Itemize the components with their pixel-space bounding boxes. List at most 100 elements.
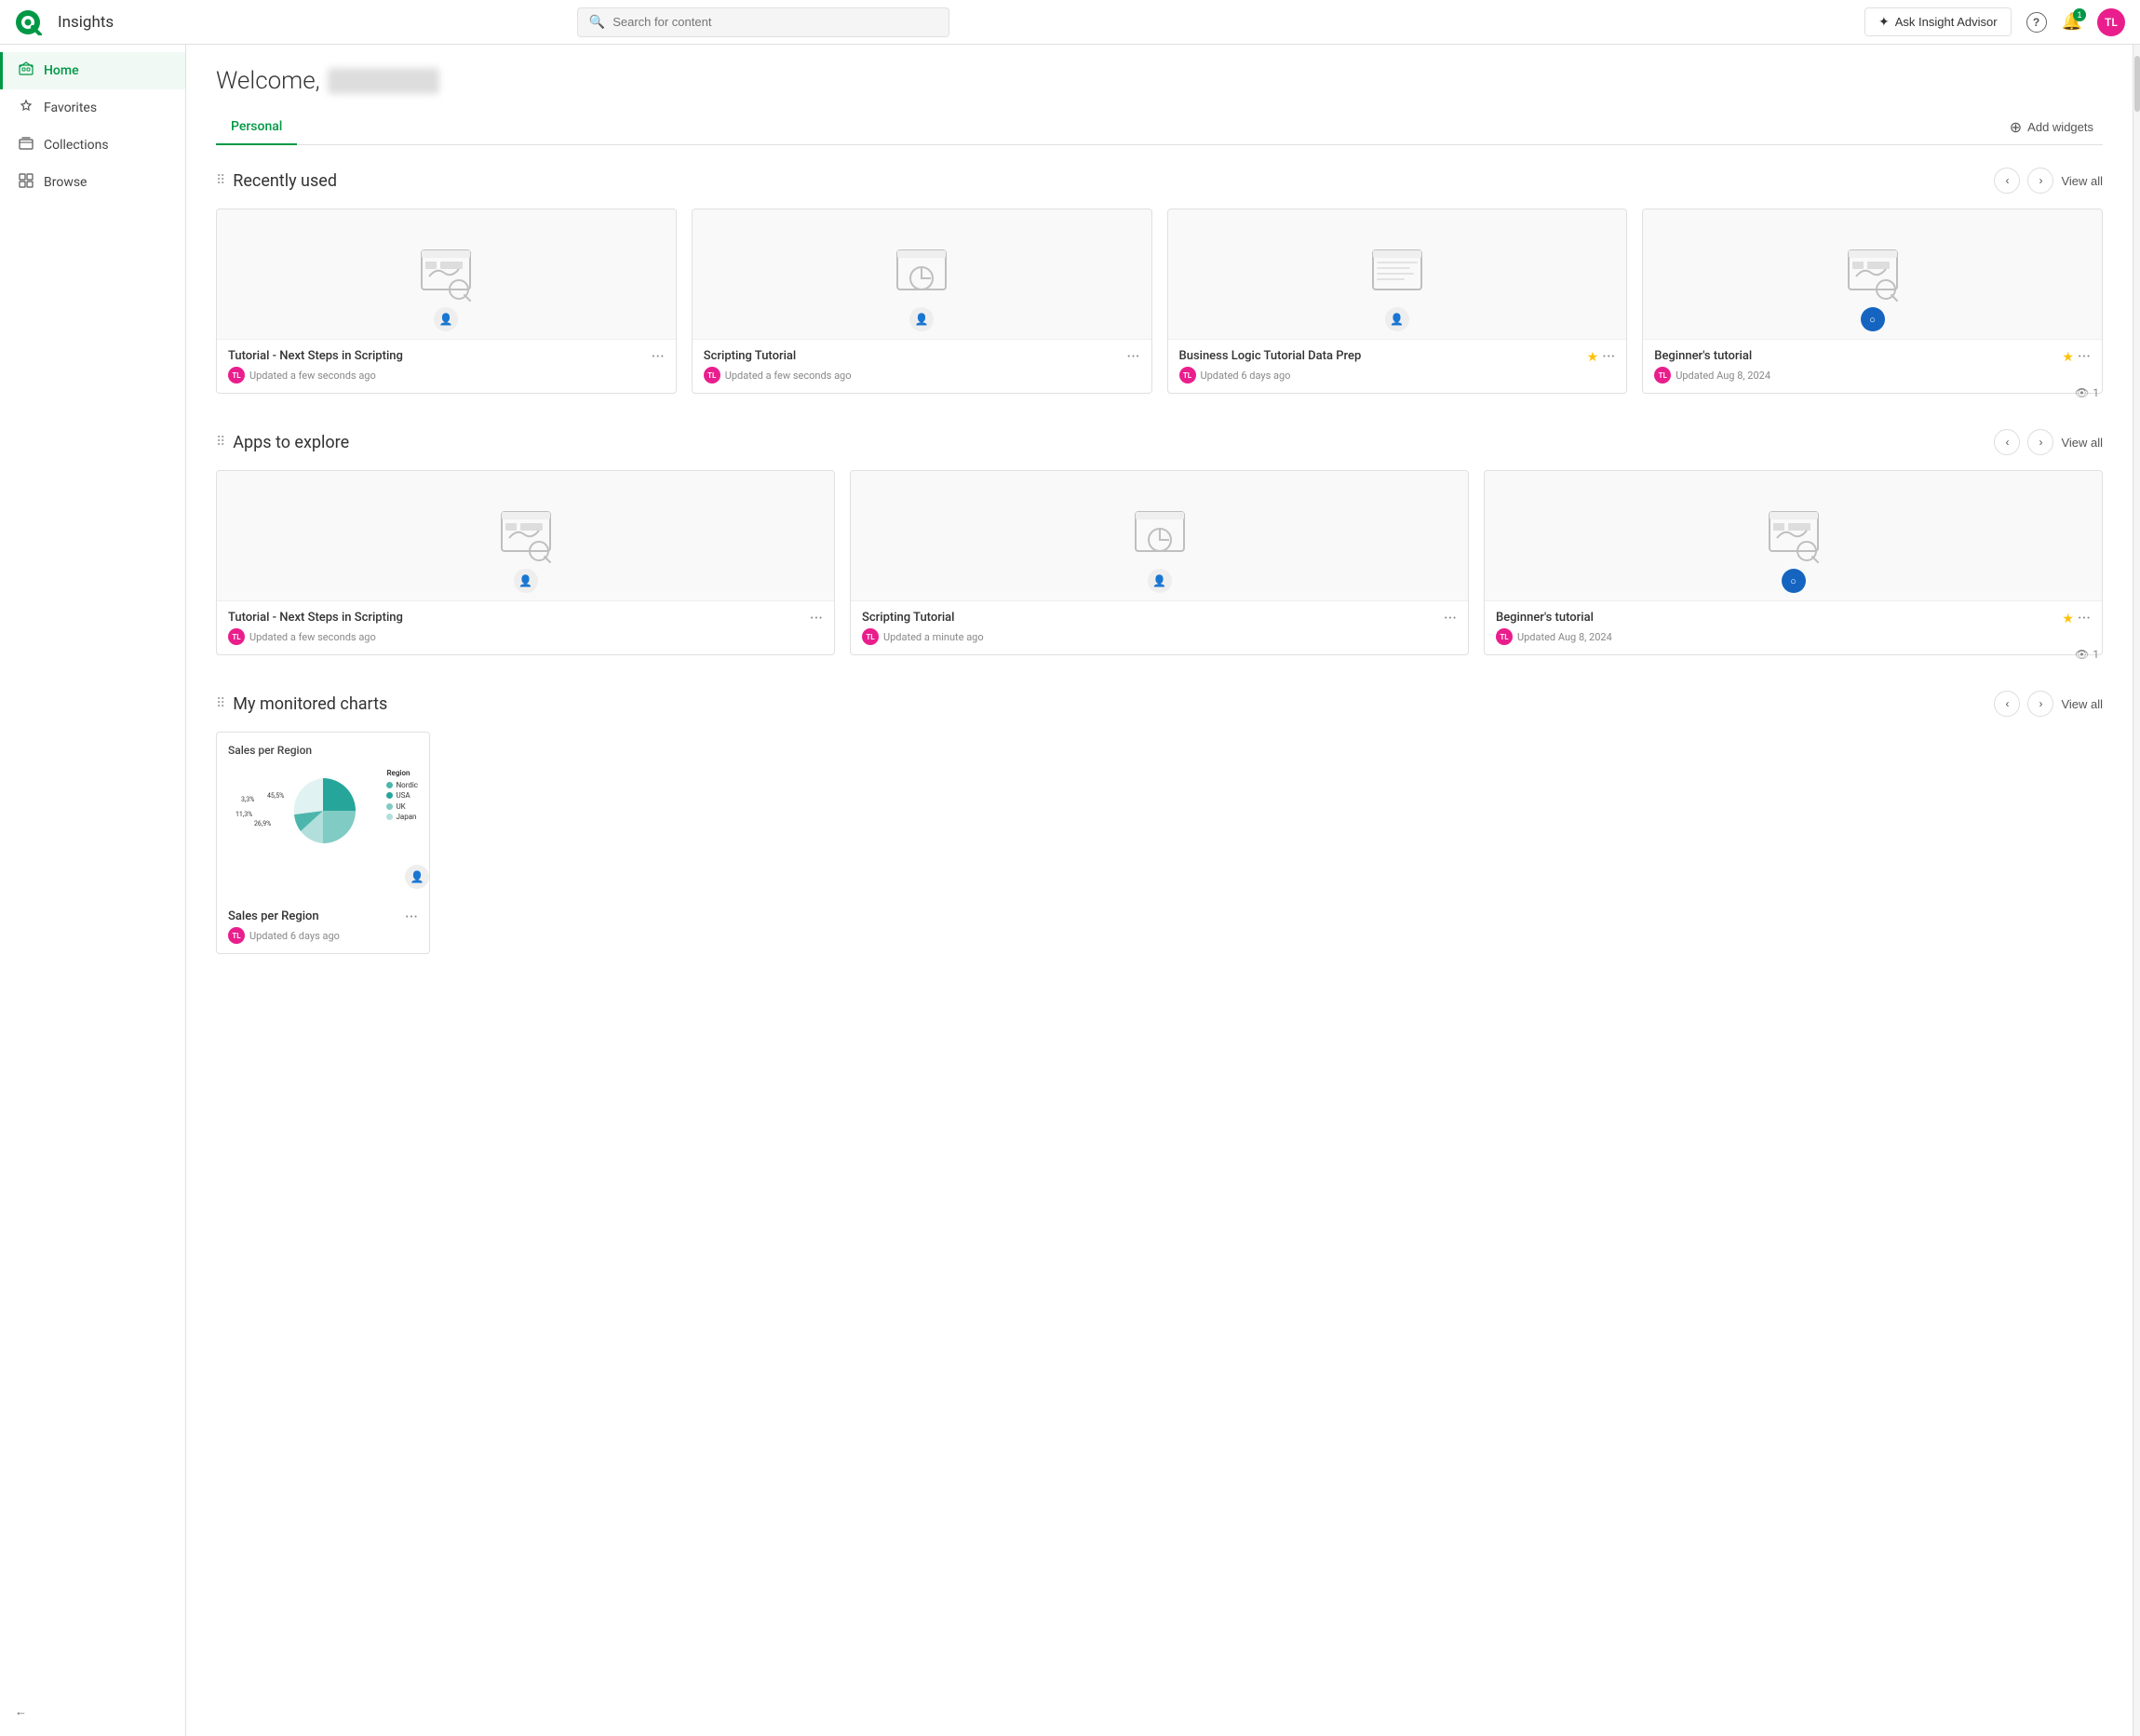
card-title: Beginner's tutorial (1654, 349, 2056, 363)
apps-explore-next-button[interactable]: › (2027, 429, 2053, 455)
recently-used-next-button[interactable]: › (2027, 168, 2053, 194)
card-info: Tutorial - Next Steps in Scripting TL Up… (228, 611, 804, 645)
explore-card-2[interactable]: 👤 Scripting Tutorial TL Updated a minute… (850, 470, 1469, 655)
ask-advisor-button[interactable]: ✦ Ask Insight Advisor (1864, 7, 2012, 36)
search-input[interactable] (612, 15, 937, 29)
sidebar-item-collections[interactable]: Collections (0, 127, 185, 164)
card-updated: Updated Aug 8, 2024 (1517, 631, 1612, 643)
welcome-heading: Welcome, (216, 67, 2103, 95)
pie-label-nordic: 3,3% (241, 796, 254, 803)
card-star-button[interactable]: ★ (2062, 350, 2074, 365)
qlik-logo-icon (15, 9, 50, 35)
card-updated: Updated a few seconds ago (249, 631, 376, 643)
monitored-charts-next-button[interactable]: › (2027, 691, 2053, 717)
card-updated: Updated a few seconds ago (725, 370, 852, 382)
apps-explore-prev-button[interactable]: ‹ (1994, 429, 2020, 455)
help-icon: ? (2026, 12, 2047, 33)
explore-card-1[interactable]: 👤 Tutorial - Next Steps in Scripting TL … (216, 470, 835, 655)
chart-legend: Region Nordic USA UK Japan (386, 768, 418, 822)
card-more-button[interactable]: ··· (2078, 611, 2091, 627)
recently-used-card-2[interactable]: 👤 Scripting Tutorial TL Updated a few se… (692, 209, 1152, 394)
card-more-button[interactable]: ··· (1126, 349, 1139, 366)
chart-card-actions: ··· (405, 909, 418, 926)
app-title: Insights (58, 13, 114, 32)
sidebar-collapse-btn[interactable]: ← (0, 1695, 185, 1729)
recently-used-header: ⠿ Recently used ‹ › View all (216, 168, 2103, 194)
card-meta: TL Updated 6 days ago (1179, 367, 1581, 384)
person-icon: 👤 (518, 574, 532, 587)
monitored-charts-view-all-button[interactable]: View all (2061, 697, 2103, 711)
app-icon (1845, 247, 1901, 303)
card-thumbnail: 👤 (693, 209, 1151, 340)
card-more-button[interactable]: ··· (1444, 611, 1457, 627)
notification-badge: 1 (2073, 8, 2086, 21)
apps-to-explore-title: Apps to explore (233, 433, 349, 452)
card-owner-badge: 👤 (514, 569, 538, 593)
app-icon (498, 508, 554, 564)
person-icon: 👤 (1390, 313, 1404, 326)
card-thumbnail: 👤 (217, 209, 676, 340)
chart-card-footer: Sales per Region TL Updated 6 days ago ·… (217, 900, 429, 953)
apps-to-explore-section: ⠿ Apps to explore ‹ › View all (216, 429, 2103, 661)
chart-container: Region Nordic USA UK Japan 3,3% 45,5% 26… (228, 764, 418, 857)
search-icon: 🔍 (589, 15, 605, 30)
recently-used-card-4[interactable]: ○ Beginner's tutorial TL Updated Aug 8, … (1642, 209, 2103, 394)
card-star-button[interactable]: ★ (1587, 350, 1599, 365)
card-info: Scripting Tutorial TL Updated a few seco… (704, 349, 1122, 384)
chart-card-title: Sales per Region (228, 909, 399, 923)
recently-used-prev-button[interactable]: ‹ (1994, 168, 2020, 194)
search-bar[interactable]: 🔍 (577, 7, 949, 37)
person-icon: 👤 (1152, 574, 1166, 587)
app-icon (1766, 508, 1822, 564)
drag-handle-recently-used[interactable]: ⠿ (216, 173, 225, 188)
card-info: Beginner's tutorial TL Updated Aug 8, 20… (1654, 349, 2056, 384)
card-actions: ★ ··· (2062, 349, 2091, 366)
browse-icon (18, 173, 34, 192)
welcome-text: Welcome, (216, 67, 320, 95)
add-widgets-button[interactable]: ⊕ Add widgets (2000, 113, 2103, 142)
card-title: Business Logic Tutorial Data Prep (1179, 349, 1581, 363)
sidebar-item-favorites[interactable]: Favorites (0, 89, 185, 127)
monitored-charts-prev-button[interactable]: ‹ (1994, 691, 2020, 717)
card-avatar: TL (228, 367, 245, 384)
card-more-button[interactable]: ··· (652, 349, 665, 366)
eye-icon: 👁 (2075, 648, 2089, 661)
scrollbar[interactable] (2133, 45, 2140, 1736)
drag-handle-charts[interactable]: ⠿ (216, 696, 225, 711)
sidebar-item-browse[interactable]: Browse (0, 164, 185, 201)
sidebar-item-home[interactable]: Home (0, 52, 185, 89)
card-more-button[interactable]: ··· (1602, 349, 1615, 366)
tab-personal[interactable]: Personal (216, 110, 297, 145)
section-title-row: ⠿ Apps to explore (216, 433, 349, 452)
apps-explore-view-all-button[interactable]: View all (2061, 436, 2103, 450)
card-thumbnail: 👤 (217, 471, 834, 601)
card-footer: Beginner's tutorial TL Updated Aug 8, 20… (1485, 601, 2102, 654)
chart-card-more-button[interactable]: ··· (405, 909, 418, 926)
card-updated: Updated 6 days ago (1201, 370, 1291, 382)
explore-card-3[interactable]: ○ Beginner's tutorial TL Updated Aug 8, … (1484, 470, 2103, 655)
recently-used-view-all-button[interactable]: View all (2061, 174, 2103, 188)
monitored-charts-title: My monitored charts (233, 694, 387, 714)
card-more-button[interactable]: ··· (2078, 349, 2091, 366)
scrollbar-thumb[interactable] (2134, 56, 2140, 112)
notifications-button[interactable]: 🔔 1 (2062, 12, 2082, 32)
card-footer: Beginner's tutorial TL Updated Aug 8, 20… (1643, 340, 2102, 393)
card-actions: ··· (810, 611, 823, 627)
help-button[interactable]: ? (2026, 12, 2047, 33)
avatar[interactable]: TL (2097, 8, 2125, 36)
pie-label-usa: 45,5% (267, 792, 284, 800)
card-avatar: TL (228, 628, 245, 645)
chart-card-info: Sales per Region TL Updated 6 days ago (228, 909, 399, 944)
chart-card-inner: Sales per Region (217, 733, 429, 868)
recently-used-card-3[interactable]: 👤 Business Logic Tutorial Data Prep TL U… (1167, 209, 1628, 394)
card-more-button[interactable]: ··· (810, 611, 823, 627)
recently-used-card-1[interactable]: 👤 Tutorial - Next Steps in Scripting TL … (216, 209, 677, 394)
sidebar-label-collections: Collections (44, 138, 109, 153)
chart-card-sales-region[interactable]: Sales per Region (216, 732, 430, 954)
card-star-button[interactable]: ★ (2062, 612, 2074, 626)
card-actions: ··· (652, 349, 665, 366)
card-title: Beginner's tutorial (1496, 611, 2056, 625)
advisor-icon: ✦ (1878, 14, 1890, 30)
logo-area[interactable]: Insights (15, 9, 114, 35)
drag-handle-apps[interactable]: ⠿ (216, 435, 225, 450)
